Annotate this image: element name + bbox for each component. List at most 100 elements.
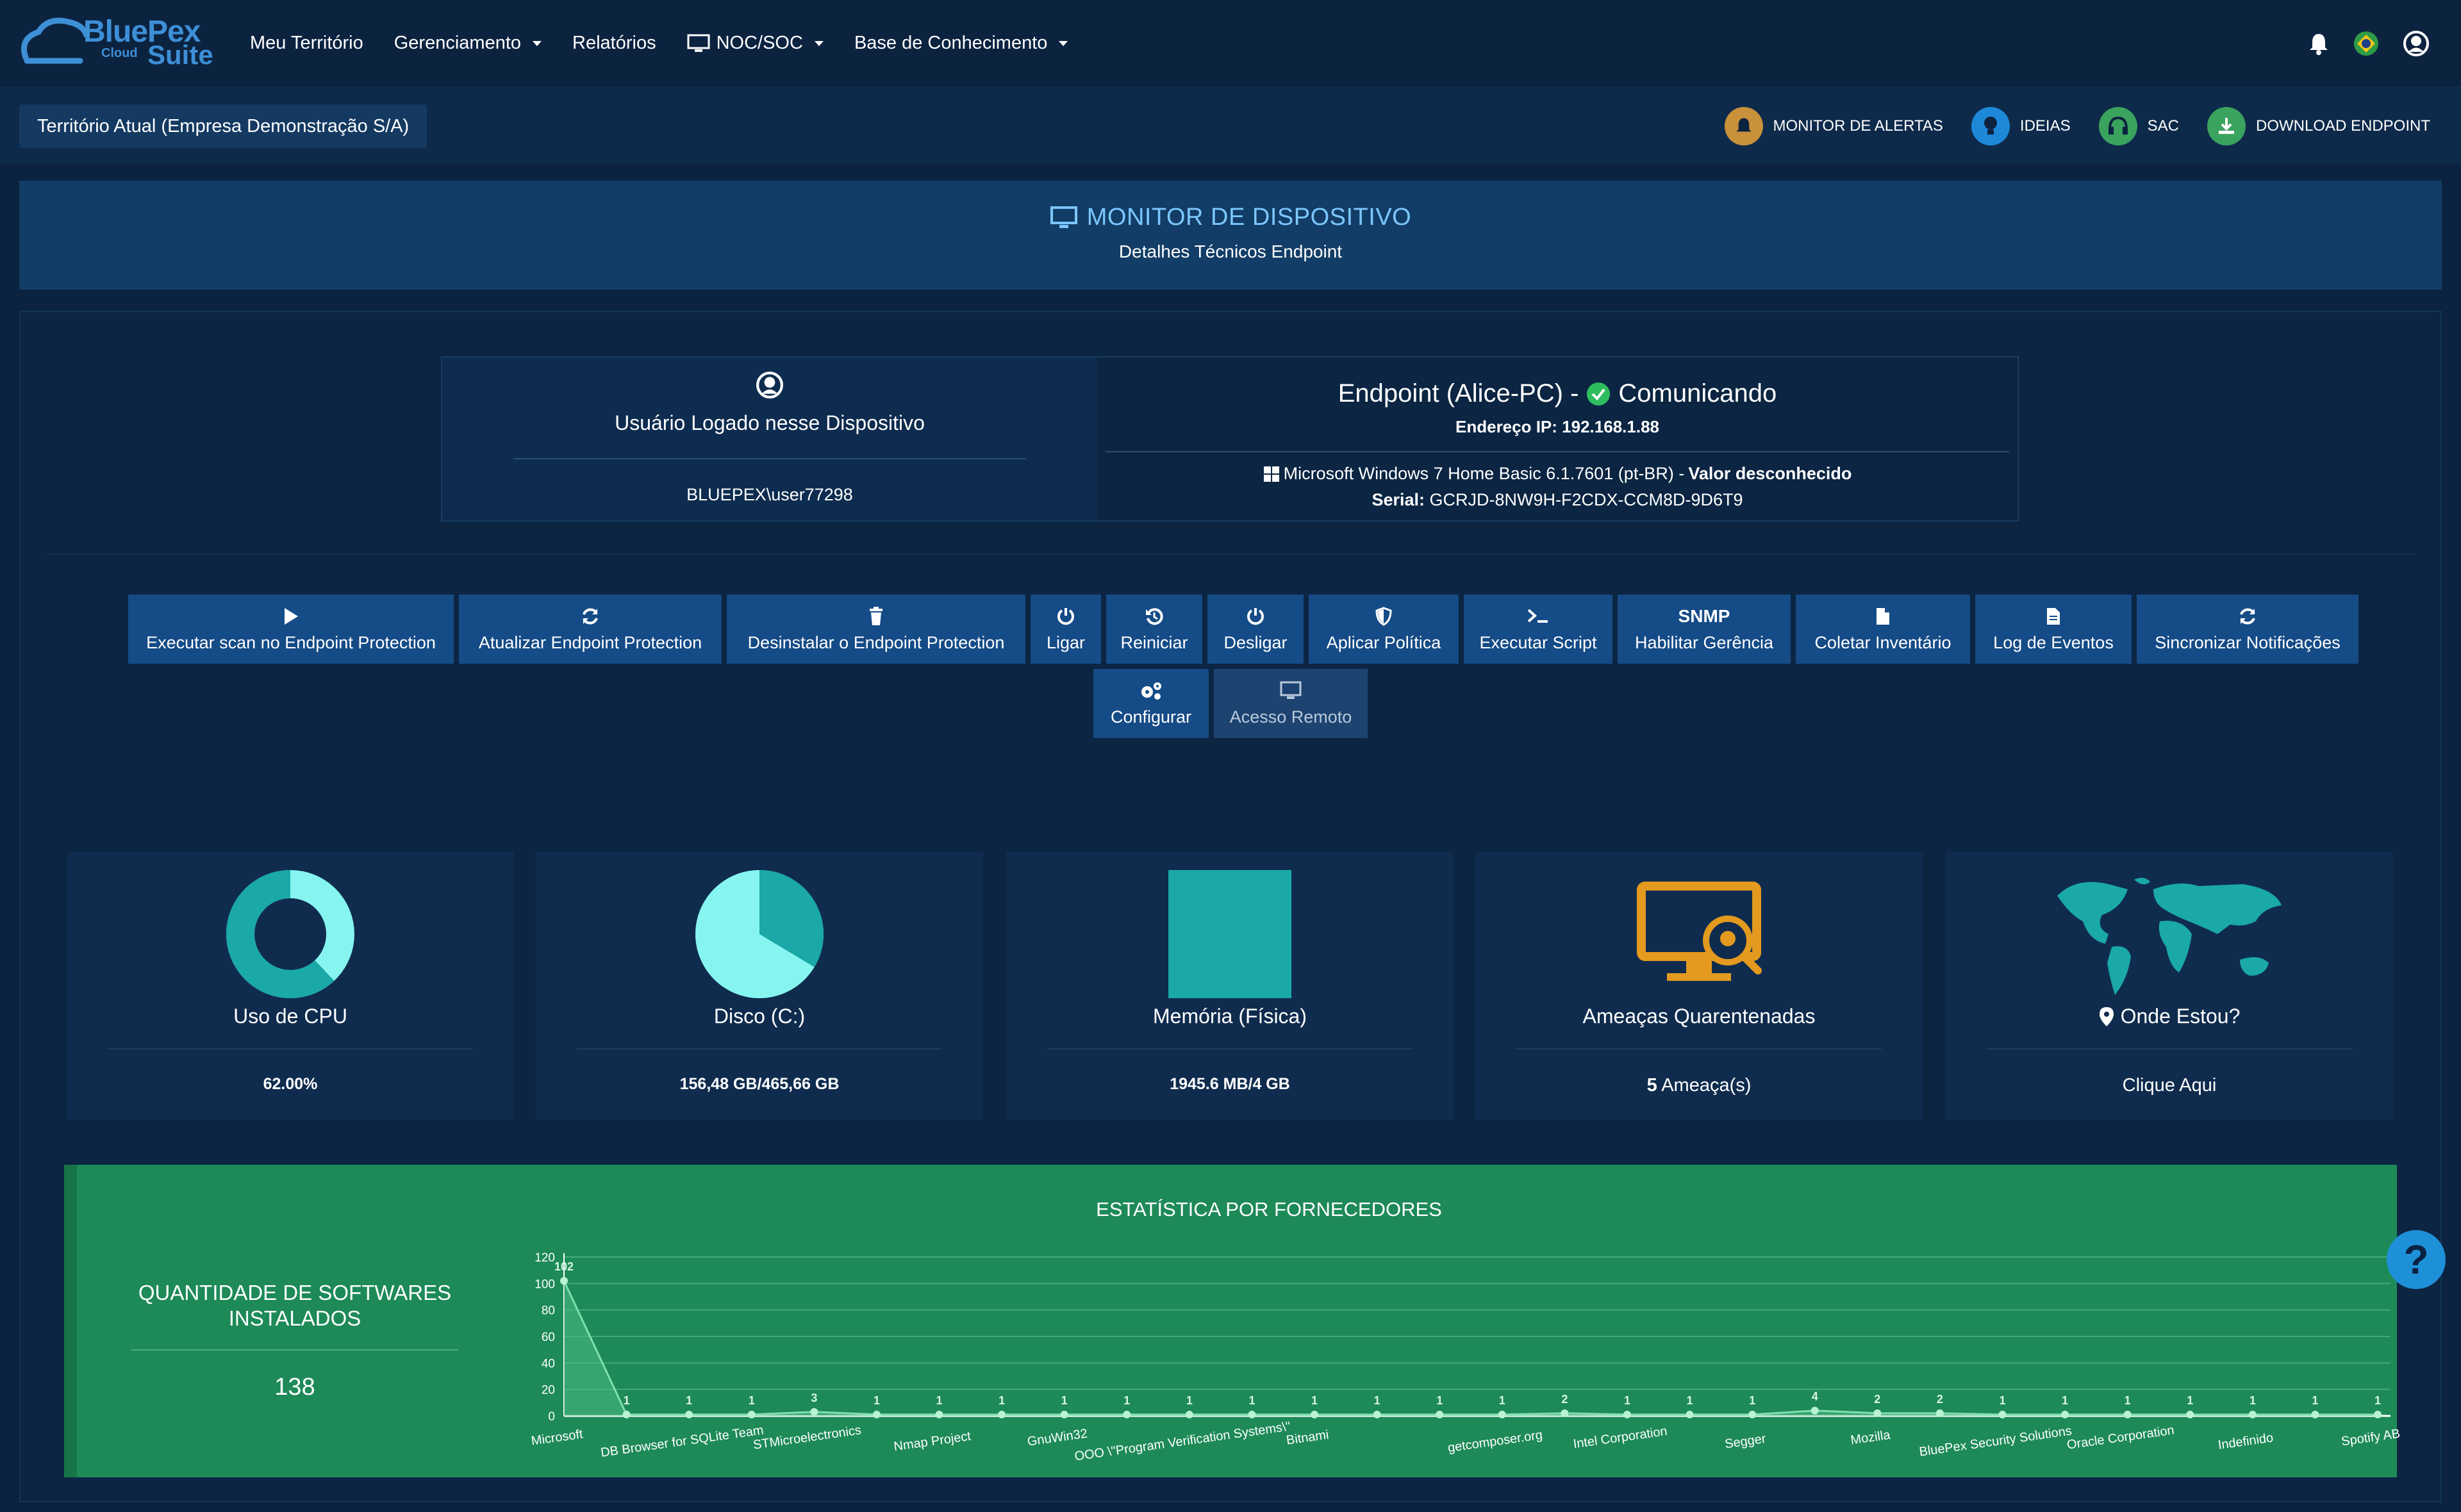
- shutdown-button[interactable]: Desligar: [1207, 595, 1304, 664]
- data-point: [1748, 1410, 1757, 1418]
- page-header: MONITOR DE DISPOSITIVO Detalhes Técnicos…: [19, 181, 2442, 290]
- world-map-icon: [1946, 870, 2393, 998]
- bell-icon[interactable]: [2308, 32, 2329, 55]
- data-label: 1: [1749, 1394, 1755, 1407]
- button-label: Desligar: [1223, 632, 1288, 652]
- data-label: 1: [1123, 1394, 1130, 1407]
- monitor-alertas-link[interactable]: MONITOR DE ALERTAS: [1724, 107, 1943, 145]
- button-label: Executar scan no Endpoint Protection: [146, 632, 436, 652]
- apply-policy-button[interactable]: Aplicar Política: [1309, 595, 1459, 664]
- quicklink-label: MONITOR DE ALERTAS: [1773, 117, 1943, 135]
- configure-button[interactable]: Configurar: [1093, 669, 1209, 738]
- shield-icon: [1375, 606, 1392, 627]
- run-script-button[interactable]: Executar Script: [1464, 595, 1612, 664]
- data-point: [747, 1410, 756, 1418]
- scan-button[interactable]: Executar scan no Endpoint Protection: [128, 595, 454, 664]
- cpu-card[interactable]: Uso de CPU 62.00%: [67, 852, 514, 1120]
- data-label: 1: [2312, 1394, 2318, 1407]
- play-icon: [283, 606, 299, 627]
- data-point: [1185, 1410, 1193, 1418]
- disk-card[interactable]: Disco (C:) 156,48 GB/465,66 GB: [536, 852, 983, 1120]
- data-point: [1060, 1410, 1068, 1418]
- quick-links: MONITOR DE ALERTAS IDEIAS SAC DOWNLOAD E…: [1724, 104, 2430, 148]
- cpu-donut: [67, 870, 514, 998]
- endpoint-status: Comunicando: [1618, 379, 1777, 407]
- threats-value: 5 Ameaça(s): [1475, 1075, 1923, 1096]
- data-point: [685, 1410, 693, 1418]
- data-label: 1: [2187, 1394, 2193, 1407]
- divider: [577, 1048, 942, 1049]
- top-navbar: BluePex Cloud Suite Meu Território Geren…: [0, 0, 2461, 86]
- button-label: Coletar Inventário: [1814, 632, 1951, 652]
- data-point: [1436, 1410, 1444, 1418]
- y-tick-label: 60: [542, 1331, 555, 1344]
- nav-meu-territorio[interactable]: Meu Território: [250, 33, 363, 54]
- endpoint-section: Endpoint (Alice-PC) - Comunicando Endere…: [1097, 357, 2018, 520]
- y-tick-label: 20: [542, 1384, 555, 1397]
- page-subtitle: Detalhes Técnicos Endpoint: [1118, 242, 1343, 261]
- data-point: [810, 1408, 818, 1416]
- monitor-icon: [1280, 680, 1302, 701]
- os-extra: Valor desconhecido: [1688, 464, 1852, 483]
- divider: [1516, 1048, 1882, 1049]
- data-point: [1935, 1409, 1944, 1417]
- data-label: 1: [1436, 1394, 1443, 1407]
- restart-button[interactable]: Reiniciar: [1106, 595, 1202, 664]
- data-label: 1: [936, 1394, 943, 1407]
- data-point: [1686, 1410, 1694, 1418]
- sac-link[interactable]: SAC: [2098, 107, 2179, 145]
- divider: [46, 554, 2415, 555]
- data-label: 4: [1812, 1390, 1818, 1403]
- data-label: 2: [1874, 1393, 1880, 1406]
- memory-fill: [1168, 870, 1291, 998]
- ip-address: Endereço IP: 192.168.1.88: [1097, 417, 2018, 437]
- memory-card[interactable]: Memória (Física) 1945.6 MB/4 GB: [1006, 852, 1454, 1120]
- disk-value: 156,48 GB/465,66 GB: [679, 1075, 840, 1093]
- location-link[interactable]: Clique Aqui: [1946, 1075, 2393, 1096]
- x-tick-label: Spotify AB: [2341, 1427, 2401, 1449]
- memory-label: Memória (Física): [1152, 1005, 1307, 1028]
- location-card[interactable]: Onde Estou? Clique Aqui: [1946, 852, 2393, 1120]
- nav-noc-soc[interactable]: NOC/SOC: [687, 33, 824, 54]
- event-log-button[interactable]: Log de Eventos: [1975, 595, 2132, 664]
- remote-access-button[interactable]: Acesso Remoto: [1214, 669, 1368, 738]
- brand-logo[interactable]: BluePex Cloud Suite: [19, 13, 218, 74]
- threats-card[interactable]: Ameaças Quarentenadas 5 Ameaça(s): [1475, 852, 1923, 1120]
- power-on-button[interactable]: Ligar: [1031, 595, 1101, 664]
- user-profile-icon[interactable]: [2403, 30, 2429, 56]
- data-label: 1: [1186, 1394, 1193, 1407]
- data-label: 2: [1937, 1393, 1943, 1406]
- serial-info: Serial: GCRJD-8NW9H-F2CDX-CCM8D-9D6T9: [1097, 490, 2018, 510]
- location-label: Onde Estou?: [1946, 1005, 2393, 1028]
- help-button[interactable]: ?: [2387, 1230, 2446, 1289]
- windows-icon: [1263, 466, 1279, 482]
- serial-value: GCRJD-8NW9H-F2CDX-CCM8D-9D6T9: [1429, 490, 1743, 509]
- vendor-chart[interactable]: 0 20 40 60 80 100 120102 1 1 1 3 1 1 1 1 1 1 1 1 1 1 1 2 1 1 1 4 2 2…: [449, 1235, 2403, 1472]
- data-point: [2123, 1410, 2132, 1418]
- update-endpoint-button[interactable]: Atualizar Endpoint Protection: [459, 595, 722, 664]
- download-endpoint-link[interactable]: DOWNLOAD ENDPOINT: [2207, 107, 2430, 145]
- data-point: [1873, 1409, 1882, 1417]
- data-point: [1623, 1410, 1631, 1418]
- endpoint-title: Endpoint (Alice-PC) - Comunicando: [1097, 379, 2018, 408]
- ideias-link[interactable]: IDEIAS: [1971, 107, 2071, 145]
- cloud-logo-icon: [21, 17, 90, 64]
- sync-notifications-button[interactable]: Sincronizar Notificações: [2137, 595, 2358, 664]
- nav-relatorios[interactable]: Relatórios: [572, 33, 656, 54]
- data-point: [1123, 1410, 1131, 1418]
- nav-gerenciamento[interactable]: Gerenciamento: [394, 33, 542, 54]
- data-point: [2061, 1410, 2069, 1418]
- collect-inventory-button[interactable]: Coletar Inventário: [1796, 595, 1970, 664]
- nav-base-conhecimento[interactable]: Base de Conhecimento: [854, 33, 1068, 54]
- current-territory[interactable]: Território Atual (Empresa Demonstração S…: [19, 104, 427, 148]
- brazil-flag-icon[interactable]: [2353, 31, 2379, 56]
- chevron-down-icon: [1059, 40, 1068, 46]
- monitor-icon: [1050, 206, 1077, 228]
- quicklink-label: SAC: [2147, 117, 2179, 135]
- uninstall-button[interactable]: Desinstalar o Endpoint Protection: [727, 595, 1025, 664]
- enable-snmp-button[interactable]: SNMP Habilitar Gerência: [1618, 595, 1791, 664]
- trash-icon: [868, 606, 884, 627]
- refresh-icon: [2238, 606, 2257, 627]
- x-tick-label: Microsoft: [530, 1427, 584, 1448]
- data-point: [622, 1410, 631, 1418]
